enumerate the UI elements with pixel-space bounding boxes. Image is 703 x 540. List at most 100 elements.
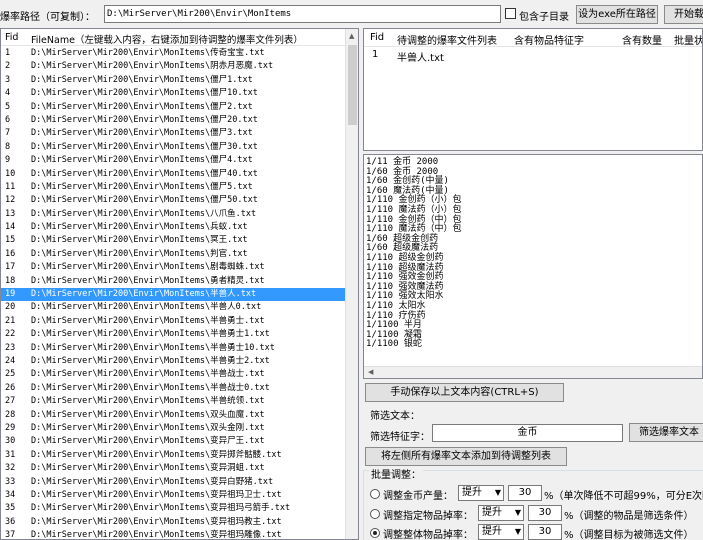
- list-item[interactable]: 19 D:\MirServer\Mir200\Envir\MonItems\半兽人…: [1, 288, 346, 302]
- radio-item[interactable]: [370, 509, 380, 519]
- list-item[interactable]: 31 D:\MirServer\Mir200\Envir\MonItems\变异掷…: [1, 449, 346, 462]
- row-filename: D:\MirServer\Mir200\Envir\MonItems\僵尸50.…: [31, 195, 258, 206]
- row-fid: 1: [5, 48, 11, 58]
- list-item[interactable]: 4 D:\MirServer\Mir200\Envir\MonItems\僵尸10…: [1, 87, 346, 100]
- row-fid: 3: [5, 74, 11, 85]
- list-item[interactable]: 30 D:\MirServer\Mir200\Envir\MonItems\变异尸…: [1, 435, 346, 448]
- list-item[interactable]: 29 D:\MirServer\Mir200\Envir\MonItems\双头金…: [1, 422, 346, 435]
- col-batch-status-header[interactable]: 批量状: [674, 32, 702, 47]
- list-item[interactable]: 2 D:\MirServer\Mir200\Envir\MonItems\阴赤月恶…: [1, 60, 346, 73]
- percent-input-gold[interactable]: 30: [508, 485, 542, 501]
- col-filename-header[interactable]: FileName（左键载入内容，右键添加到待调整的爆率文件列表）: [31, 32, 303, 46]
- row-filename: D:\MirServer\Mir200\Envir\MonItems\变异祖玛教…: [31, 516, 282, 527]
- row-fid: 31: [5, 449, 16, 460]
- list-item[interactable]: 24 D:\MirServer\Mir200\Envir\MonItems\半兽勇…: [1, 355, 346, 368]
- list-item[interactable]: 16 D:\MirServer\Mir200\Envir\MonItems\判官.…: [1, 248, 346, 261]
- path-input[interactable]: D:\MirServer\Mir200\Envir\MonItems: [104, 5, 501, 23]
- row-fid: 16: [5, 248, 16, 259]
- filter-code-input[interactable]: 金币: [432, 424, 623, 442]
- option-gold-desc: %（单次降低不可超99%，可分E次降低: [544, 491, 703, 502]
- list-item[interactable]: 17 D:\MirServer\Mir200\Envir\MonItems\剧毒蜘…: [1, 261, 346, 274]
- row-filename: D:\MirServer\Mir200\Envir\MonItems\变异掷斧骷…: [31, 449, 282, 460]
- save-content-button[interactable]: 手动保存以上文本内容(CTRL+S): [365, 383, 564, 402]
- row-file: 半兽人.txt: [397, 53, 444, 64]
- list-item[interactable]: 14 D:\MirServer\Mir200\Envir\MonItems\兵蚁.…: [1, 221, 346, 234]
- row-fid: 4: [5, 88, 11, 99]
- add-all-button[interactable]: 将左侧所有爆率文本添加到待调整列表: [365, 447, 567, 466]
- row-fid: 8: [5, 141, 11, 152]
- list-item[interactable]: 7 D:\MirServer\Mir200\Envir\MonItems\僵尸3.…: [1, 127, 346, 140]
- percent-input-item[interactable]: 30: [528, 505, 562, 521]
- option-overall-desc: %（调整目标为被筛选文件）: [564, 530, 694, 540]
- list-item[interactable]: 15 D:\MirServer\Mir200\Envir\MonItems\冥王.…: [1, 234, 346, 247]
- list-item[interactable]: 20 D:\MirServer\Mir200\Envir\MonItems\半兽人…: [1, 301, 346, 314]
- list-item[interactable]: 21 D:\MirServer\Mir200\Envir\MonItems\半兽勇…: [1, 315, 346, 328]
- col-fid-header[interactable]: Fid: [5, 32, 18, 43]
- percent-input-overall[interactable]: 30: [528, 524, 562, 540]
- row-fid: 26: [5, 382, 16, 393]
- list-item[interactable]: 32 D:\MirServer\Mir200\Envir\MonItems\变异洞…: [1, 462, 346, 475]
- row-filename: D:\MirServer\Mir200\Envir\MonItems\半兽人.t…: [31, 289, 257, 300]
- list-item[interactable]: 11 D:\MirServer\Mir200\Envir\MonItems\僵尸5…: [1, 181, 346, 194]
- list-item[interactable]: 10 D:\MirServer\Mir200\Envir\MonItems\僵尸4…: [1, 168, 346, 181]
- row-filename: D:\MirServer\Mir200\Envir\MonItems\僵尸1.t…: [31, 74, 253, 85]
- path-label: 爆率路径（可复制）：: [0, 12, 95, 23]
- row-fid: 30: [5, 436, 16, 447]
- col-count-header[interactable]: 含有数量: [622, 32, 662, 47]
- col-pending-file-header[interactable]: 待调整的爆率文件列表: [397, 32, 497, 47]
- list-item[interactable]: 9 D:\MirServer\Mir200\Envir\MonItems\僵尸4.…: [1, 154, 346, 167]
- row-filename: D:\MirServer\Mir200\Envir\MonItems\僵尸30.…: [31, 141, 258, 152]
- mode-select-overall[interactable]: 提升 ▼: [478, 524, 524, 540]
- scroll-up-icon[interactable]: ▲: [349, 32, 354, 40]
- filter-button[interactable]: 筛选爆率文本: [629, 423, 703, 442]
- start-load-button[interactable]: 开始载: [664, 5, 703, 24]
- option-item-label: 调整指定物品掉率：: [383, 511, 473, 522]
- row-fid: 28: [5, 409, 16, 420]
- row-fid: 27: [5, 396, 16, 407]
- file-content-textarea[interactable]: 1/11 金币 2000 1/60 金币 2000 1/60 金创药(中量) 1/60…: [363, 154, 703, 379]
- chevron-down-icon: ▼: [514, 527, 521, 536]
- list-item[interactable]: 8 D:\MirServer\Mir200\Envir\MonItems\僵尸30…: [1, 141, 346, 154]
- list-item[interactable]: 23 D:\MirServer\Mir200\Envir\MonItems\半兽勇…: [1, 342, 346, 355]
- row-fid: 1: [372, 49, 379, 60]
- list-item[interactable]: 36 D:\MirServer\Mir200\Envir\MonItems\变异祖…: [1, 516, 346, 529]
- list-item[interactable]: 6 D:\MirServer\Mir200\Envir\MonItems\僵尸20…: [1, 114, 346, 127]
- list-item[interactable]: 25 D:\MirServer\Mir200\Envir\MonItems\半兽战…: [1, 368, 346, 381]
- row-filename: D:\MirServer\Mir200\Envir\MonItems\半兽勇士.…: [31, 315, 265, 326]
- chevron-down-icon: ▼: [494, 488, 501, 497]
- scroll-thumb[interactable]: [348, 45, 357, 125]
- row-fid: 36: [5, 516, 16, 527]
- list-item[interactable]: 12 D:\MirServer\Mir200\Envir\MonItems\僵尸5…: [1, 194, 346, 207]
- row-filename: D:\MirServer\Mir200\Envir\MonItems\变异祖玛雕…: [31, 530, 282, 540]
- scroll-left-icon[interactable]: ◀: [368, 368, 373, 376]
- content-hscrollbar[interactable]: ◀: [364, 366, 702, 378]
- pending-table-header: Fid 待调整的爆率文件列表 含有物品特征字 含有数量 批量状: [364, 29, 702, 47]
- set-exe-path-button[interactable]: 设为exe所在路径: [576, 5, 658, 24]
- radio-gold[interactable]: [370, 489, 380, 499]
- col-item-code-header[interactable]: 含有物品特征字: [514, 32, 584, 47]
- list-item[interactable]: 26 D:\MirServer\Mir200\Envir\MonItems\半兽战…: [1, 382, 346, 395]
- list-item[interactable]: 18 D:\MirServer\Mir200\Envir\MonItems\勇者精…: [1, 275, 346, 288]
- list-item[interactable]: 34 D:\MirServer\Mir200\Envir\MonItems\变异祖…: [1, 489, 346, 502]
- list-item[interactable]: 27 D:\MirServer\Mir200\Envir\MonItems\半兽统…: [1, 395, 346, 408]
- row-fid: 5: [5, 101, 11, 112]
- file-list-scrollbar[interactable]: ▲: [345, 29, 358, 539]
- col-fid-header[interactable]: Fid: [370, 32, 384, 43]
- list-item[interactable]: 35 D:\MirServer\Mir200\Envir\MonItems\变异祖…: [1, 502, 346, 515]
- pending-file-table[interactable]: Fid 待调整的爆率文件列表 含有物品特征字 含有数量 批量状 1 半兽人.tx…: [363, 28, 703, 151]
- mode-value: 提升: [482, 526, 502, 537]
- list-item[interactable]: 3 D:\MirServer\Mir200\Envir\MonItems\僵尸1.…: [1, 74, 346, 87]
- mode-select-item[interactable]: 提升 ▼: [478, 505, 524, 521]
- radio-overall[interactable]: [370, 528, 380, 538]
- list-item[interactable]: 5 D:\MirServer\Mir200\Envir\MonItems\僵尸2.…: [1, 101, 346, 114]
- list-item[interactable]: 22 D:\MirServer\Mir200\Envir\MonItems\半兽勇…: [1, 328, 346, 341]
- list-item[interactable]: 1 D:\MirServer\Mir200\Envir\MonItems\传奇宝宝…: [1, 47, 346, 60]
- mode-select-gold[interactable]: 提升 ▼: [458, 485, 504, 501]
- list-item[interactable]: 28 D:\MirServer\Mir200\Envir\MonItems\双头血…: [1, 409, 346, 422]
- include-subdir-checkbox[interactable]: [505, 8, 516, 19]
- file-list[interactable]: Fid FileName（左键载入内容，右键添加到待调整的爆率文件列表） 1 D:…: [0, 28, 359, 540]
- list-item[interactable]: 13 D:\MirServer\Mir200\Envir\MonItems\八爪鱼…: [1, 208, 346, 221]
- row-filename: D:\MirServer\Mir200\Envir\MonItems\冥王.tx…: [31, 235, 248, 246]
- list-item[interactable]: 37 D:\MirServer\Mir200\Envir\MonItems\变异祖…: [1, 529, 346, 540]
- list-item[interactable]: 33 D:\MirServer\Mir200\Envir\MonItems\变异白…: [1, 476, 346, 489]
